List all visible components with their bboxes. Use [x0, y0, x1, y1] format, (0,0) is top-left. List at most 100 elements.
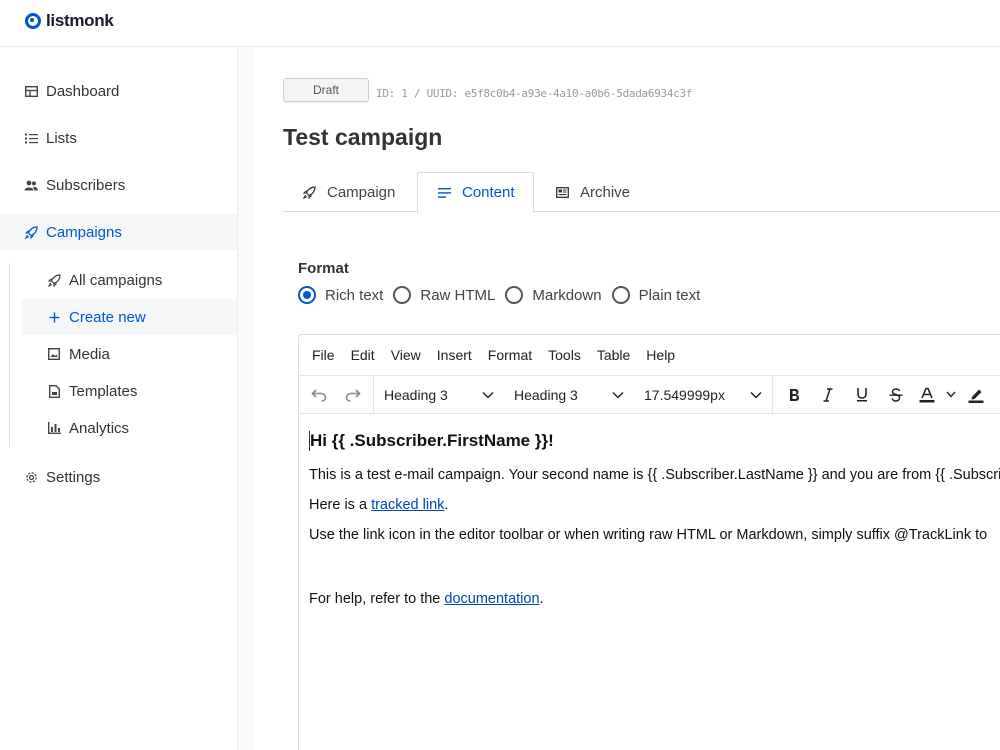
sidebar: Dashboard Lists Subscribers Campaigns Al…	[0, 47, 238, 750]
menu-view[interactable]: View	[391, 347, 421, 363]
radio-button[interactable]	[505, 286, 524, 304]
sidebar-subitem-templates[interactable]: Templates	[22, 373, 237, 409]
chevron-down-icon	[750, 389, 762, 401]
rocket-icon	[301, 184, 317, 200]
chevron-down-icon	[946, 391, 956, 398]
format-option-markdown[interactable]: Markdown	[505, 286, 602, 304]
menu-file[interactable]: File	[312, 347, 335, 363]
menu-tools[interactable]: Tools	[548, 347, 581, 363]
page-title: Test campaign	[283, 124, 443, 150]
highlight-color-button[interactable]	[961, 378, 991, 412]
tab-label: Campaign	[327, 183, 396, 201]
sidebar-subitem-all-campaigns[interactable]: All campaigns	[22, 262, 237, 298]
italic-button[interactable]	[811, 378, 845, 412]
editor-menubar: File Edit View Insert Format Tools Table…	[299, 335, 1000, 375]
radio-button[interactable]	[393, 286, 412, 304]
users-icon	[23, 177, 39, 193]
bar-chart-icon	[46, 420, 62, 436]
image-icon	[46, 346, 62, 362]
menu-format[interactable]: Format	[488, 347, 532, 363]
sidebar-subitem-label: All campaigns	[69, 271, 163, 289]
underline-icon	[857, 388, 867, 402]
italic-icon	[823, 387, 833, 402]
text-style-group	[773, 376, 991, 413]
text-segment: For help, refer to the	[309, 591, 445, 607]
strikethrough-button[interactable]	[879, 378, 913, 412]
file-icon	[46, 383, 62, 399]
format-radio-group: Rich text Raw HTML Markdown Plain text	[298, 286, 710, 304]
content-paragraph: This is a test e-mail campaign. Your sec…	[309, 467, 1000, 483]
bold-icon	[790, 388, 799, 401]
sidebar-item-label: Dashboard	[46, 82, 120, 100]
campaign-tabs: Campaign Content Archive	[283, 172, 1000, 213]
radio-label: Raw HTML	[420, 286, 496, 304]
campaign-id-line: ID: 1 / UUID: e5f8c0b4-a93e-4a10-a0b6-5d…	[376, 87, 693, 100]
editor-toolbar: Heading 3 Heading 3 17.549999px	[299, 375, 1000, 414]
menu-edit[interactable]: Edit	[351, 347, 375, 363]
highlight-icon	[968, 389, 984, 403]
sidebar-item-label: Campaigns	[46, 223, 122, 241]
format-option-rich-text[interactable]: Rich text	[298, 286, 383, 304]
align-left-icon	[436, 185, 452, 201]
sidebar-item-subscribers[interactable]: Subscribers	[0, 167, 237, 203]
documentation-link[interactable]: documentation	[444, 591, 539, 607]
sidebar-subitem-label: Templates	[69, 382, 138, 400]
font-family-select[interactable]: Heading 3	[504, 376, 634, 413]
block-format-select[interactable]: Heading 3	[374, 376, 504, 413]
radio-button[interactable]	[611, 286, 630, 304]
editor-body[interactable]: Hi {{ .Subscriber.FirstName }}! This is …	[309, 431, 1000, 621]
sidebar-item-settings[interactable]: Settings	[0, 459, 237, 495]
sidebar-item-campaigns[interactable]: Campaigns	[0, 214, 237, 250]
chevron-down-icon	[612, 389, 624, 401]
text-color-icon	[919, 387, 935, 402]
sidebar-subitem-analytics[interactable]: Analytics	[22, 410, 237, 446]
logo[interactable]: listmonk	[25, 11, 114, 31]
menu-table[interactable]: Table	[597, 347, 630, 363]
radio-label: Rich text	[325, 286, 384, 304]
undo-button[interactable]	[302, 378, 336, 412]
text-segment: .	[539, 591, 544, 607]
menu-insert[interactable]: Insert	[437, 347, 472, 363]
tab-archive[interactable]: Archive	[536, 172, 648, 212]
rich-text-editor: File Edit View Insert Format Tools Table…	[298, 334, 1000, 750]
font-size-value: 17.549999px	[644, 386, 725, 403]
empty-line	[309, 557, 1000, 591]
undo-icon	[311, 388, 327, 402]
rocket-icon	[23, 224, 39, 240]
gear-icon	[23, 469, 39, 485]
list-icon	[23, 130, 39, 146]
bold-button[interactable]	[777, 378, 811, 412]
tab-campaign[interactable]: Campaign	[283, 172, 413, 212]
plus-icon	[46, 309, 62, 325]
content-heading: Hi {{ .Subscriber.FirstName }}!	[309, 431, 1000, 451]
content-gutter	[238, 47, 254, 750]
chevron-down-icon	[482, 389, 494, 401]
text-color-dropdown[interactable]	[941, 378, 961, 412]
font-size-select[interactable]: 17.549999px	[634, 376, 772, 413]
format-option-plain-text[interactable]: Plain text	[611, 286, 700, 304]
format-option-raw-html[interactable]: Raw HTML	[393, 286, 495, 304]
redo-button[interactable]	[336, 378, 370, 412]
subnav-divider	[9, 263, 10, 447]
block-format-group: Heading 3 Heading 3 17.549999px	[374, 376, 773, 413]
sidebar-item-dashboard[interactable]: Dashboard	[0, 73, 237, 109]
sidebar-item-lists[interactable]: Lists	[0, 120, 237, 156]
menu-help[interactable]: Help	[646, 347, 675, 363]
tab-label: Content	[462, 184, 515, 201]
text-segment: Here is a	[309, 497, 372, 513]
tab-content[interactable]: Content	[417, 172, 534, 213]
radio-button[interactable]	[298, 286, 316, 304]
content-paragraph: Use the link icon in the editor toolbar …	[309, 527, 988, 543]
status-badge: Draft	[283, 78, 369, 102]
content-paragraph: For help, refer to the documentation.	[309, 591, 1000, 607]
sidebar-subitem-media[interactable]: Media	[22, 336, 237, 372]
tracked-link[interactable]: tracked link	[371, 497, 444, 513]
sidebar-subitem-create-new[interactable]: Create new	[22, 299, 237, 335]
sidebar-subitem-label: Analytics	[69, 419, 130, 437]
underline-button[interactable]	[845, 378, 879, 412]
sidebar-item-label: Lists	[46, 129, 77, 147]
sidebar-item-label: Settings	[46, 468, 101, 486]
text-color-button[interactable]	[913, 378, 941, 412]
redo-icon	[345, 388, 361, 402]
dashboard-icon	[23, 83, 39, 99]
